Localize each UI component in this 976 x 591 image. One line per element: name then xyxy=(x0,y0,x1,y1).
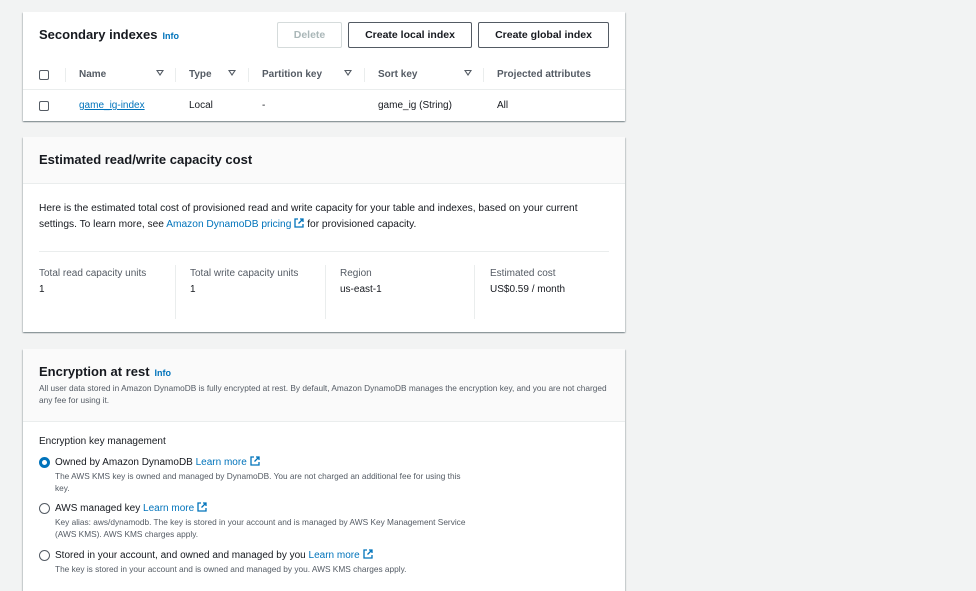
radio-option-aws-managed-key[interactable]: AWS managed key Learn more Key alias: aw… xyxy=(39,502,609,542)
external-link-icon xyxy=(363,549,373,559)
divider xyxy=(39,251,609,252)
capacity-cost-title: Estimated read/write capacity cost xyxy=(39,152,253,167)
index-type: Local xyxy=(189,100,213,111)
column-divider xyxy=(364,68,365,82)
column-divider xyxy=(175,265,176,319)
radio-option-description: The key is stored in your account and is… xyxy=(55,564,407,574)
create-global-index-button[interactable]: Create global index xyxy=(478,22,609,48)
radio-button[interactable] xyxy=(39,503,50,514)
column-header-partition-key[interactable]: Partition key xyxy=(262,60,322,89)
column-header-projected-attributes: Projected attributes xyxy=(497,69,591,80)
external-link-icon xyxy=(250,456,260,466)
column-divider xyxy=(65,68,66,82)
create-local-index-button[interactable]: Create local index xyxy=(348,22,472,48)
radio-option-owned-by-dynamodb[interactable]: Owned by Amazon DynamoDB Learn more The … xyxy=(39,456,609,496)
radio-option-customer-managed-key[interactable]: Stored in your account, and owned and ma… xyxy=(39,549,609,579)
select-all-cell xyxy=(39,60,49,89)
column-header-sort-key[interactable]: Sort key xyxy=(378,60,417,89)
capacity-cost-panel: Estimated read/write capacity cost Here … xyxy=(23,137,625,332)
stat-region: Region us-east-1 xyxy=(340,268,382,295)
secondary-indexes-header: Secondary indexes Info Delete Create loca… xyxy=(23,12,625,60)
radio-button[interactable] xyxy=(39,550,50,561)
stat-write-capacity: Total write capacity units 1 xyxy=(190,268,299,295)
sort-icon[interactable] xyxy=(156,70,164,76)
row-checkbox[interactable] xyxy=(39,100,49,111)
encryption-header: Encryption at rest Info All user data sto… xyxy=(23,349,625,422)
encryption-description: All user data stored in Amazon DynamoDB … xyxy=(39,383,607,405)
external-link-icon xyxy=(294,218,305,228)
learn-more-link[interactable]: Learn more xyxy=(143,502,207,514)
column-divider xyxy=(175,68,176,82)
radio-button-selected[interactable] xyxy=(39,457,50,468)
index-sort-key: game_ig (String) xyxy=(378,100,452,111)
delete-button[interactable]: Delete xyxy=(277,22,342,48)
secondary-indexes-panel: Secondary indexes Info Delete Create loca… xyxy=(23,12,625,121)
stat-read-capacity: Total read capacity units 1 xyxy=(39,268,147,295)
sort-icon[interactable] xyxy=(228,70,236,76)
index-name-link[interactable]: game_ig-index xyxy=(79,100,145,111)
radio-option-description: The AWS KMS key is owned and managed by … xyxy=(55,471,461,493)
encryption-panel: Encryption at rest Info All user data sto… xyxy=(23,349,625,591)
column-divider xyxy=(325,265,326,319)
encryption-key-management-label: Encryption key management xyxy=(39,436,166,447)
column-header-name[interactable]: Name xyxy=(79,60,106,89)
sort-icon[interactable] xyxy=(344,70,352,76)
secondary-indexes-title: Secondary indexes Info xyxy=(39,27,179,42)
dynamodb-pricing-link[interactable]: Amazon DynamoDB pricing xyxy=(166,218,305,230)
index-projected-attributes: All xyxy=(497,100,509,111)
info-link[interactable]: Info xyxy=(163,31,180,41)
learn-more-link[interactable]: Learn more xyxy=(309,549,373,561)
learn-more-link[interactable]: Learn more xyxy=(196,456,260,468)
sort-icon[interactable] xyxy=(464,70,472,76)
column-divider xyxy=(483,68,484,82)
encryption-title: Encryption at rest Info xyxy=(39,364,172,379)
column-divider xyxy=(474,265,475,319)
capacity-cost-description: Here is the estimated total cost of prov… xyxy=(39,203,578,230)
row-select-cell xyxy=(39,90,49,121)
info-link[interactable]: Info xyxy=(155,368,172,378)
table-header: Name Type Partition key Sort key Project… xyxy=(23,60,625,90)
radio-option-description: Key alias: aws/dynamodb. The key is stor… xyxy=(55,517,466,539)
stat-estimated-cost: Estimated cost US$0.59 / month xyxy=(490,268,566,295)
column-header-type[interactable]: Type xyxy=(189,60,212,89)
table-row: game_ig-index Local - game_ig (String) A… xyxy=(23,90,625,121)
capacity-cost-header: Estimated read/write capacity cost xyxy=(23,137,625,184)
select-all-checkbox[interactable] xyxy=(39,69,49,80)
external-link-icon xyxy=(197,502,207,512)
index-partition-key: - xyxy=(262,100,266,111)
column-divider xyxy=(248,68,249,82)
